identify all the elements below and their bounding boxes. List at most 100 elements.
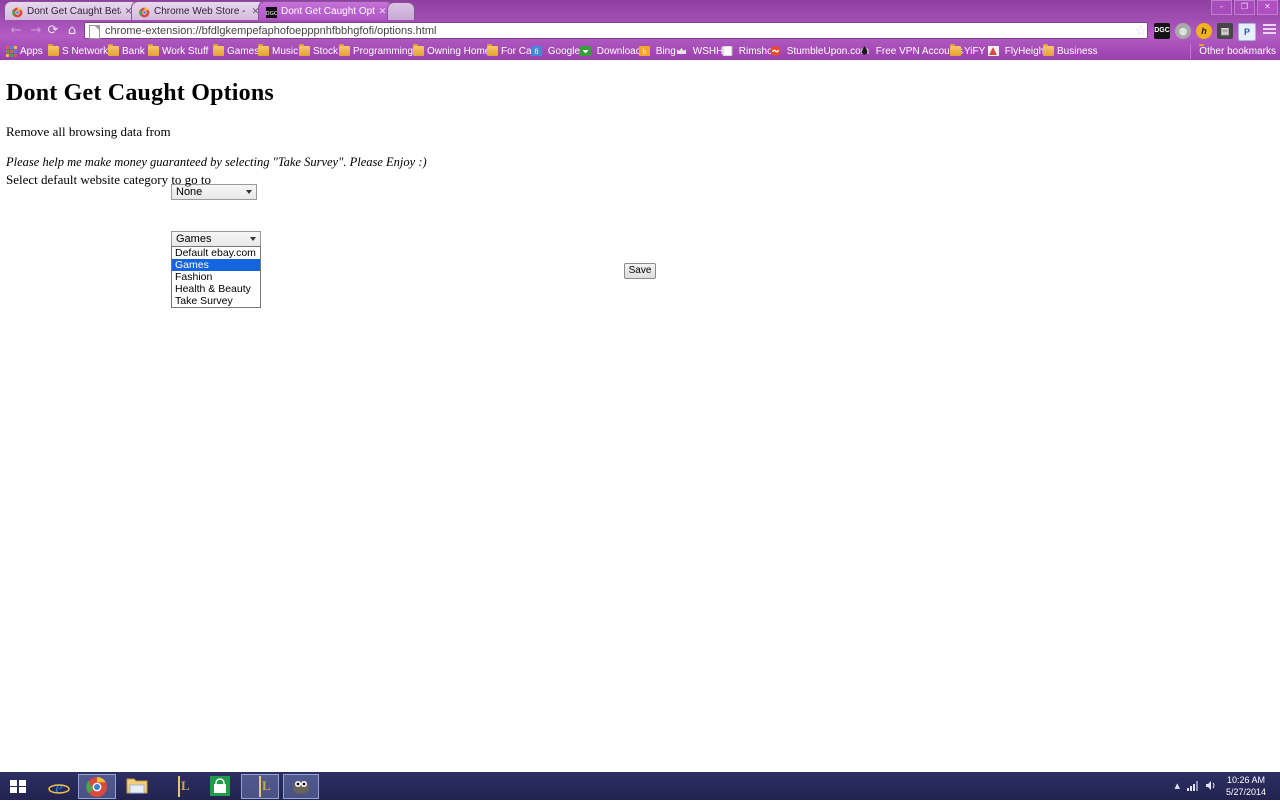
browser-window: – ❐ ✕ Dont Get Caught Beta - Ec ✕ Chrome… <box>0 0 1280 60</box>
bookmark-yify[interactable]: YiFY <box>950 44 985 59</box>
orange-h-extension-icon[interactable]: h <box>1196 23 1212 39</box>
tray-expand-icon[interactable]: ▴ <box>1174 780 1180 791</box>
tab-strip: Dont Get Caught Beta - Ec ✕ Chrome Web S… <box>0 0 1280 20</box>
bookmark-label: Music <box>272 46 299 57</box>
default-category-dropdown-list[interactable]: Default ebay.com Games Fashion Health & … <box>171 246 261 308</box>
folder-icon <box>299 44 310 56</box>
folder-icon <box>1043 44 1054 56</box>
gimp-icon <box>290 776 312 798</box>
chevron-down-icon <box>250 237 256 241</box>
survey-note-text: Please help me make money guaranteed by … <box>6 155 427 169</box>
bookmark-free-vpn-accounts[interactable]: Free VPN Accounts <box>859 44 963 59</box>
bing-icon: b <box>639 46 650 56</box>
clock-time: 10:26 AM <box>1226 775 1266 785</box>
chrome-icon <box>86 776 108 798</box>
bookmark-stumbleupon[interactable]: StumbleUpon.com <box>770 44 869 59</box>
dropdown-option-fashion[interactable]: Fashion <box>172 271 260 283</box>
bookmark-star-icon[interactable]: ☆ <box>1135 24 1147 37</box>
url-text: chrome-extension://bfdlgkempefaphofoeppp… <box>105 25 437 37</box>
svg-text:DGC: DGC <box>266 11 277 17</box>
volume-icon[interactable] <box>1205 780 1218 793</box>
bookmark-business[interactable]: Business <box>1043 44 1098 59</box>
bookmark-download[interactable]: Download <box>580 44 641 59</box>
chrome-icon <box>139 6 150 18</box>
folder-icon <box>148 44 159 56</box>
bookmark-label: Google <box>547 46 581 57</box>
bookmark-owning-home[interactable]: Owning Home <box>413 44 490 59</box>
taskbar-google-chrome[interactable] <box>78 774 116 799</box>
taskbar-internet-explorer[interactable]: e <box>40 774 78 799</box>
bookmark-other-bookmarks[interactable]: Other bookmarks <box>1190 44 1276 59</box>
save-button[interactable]: Save <box>624 263 656 279</box>
windows-logo <box>10 780 26 793</box>
dgc-icon: DGC <box>265 6 278 18</box>
folder-icon <box>213 44 224 56</box>
dont-get-caught-extension-icon[interactable]: DGC <box>1154 23 1170 39</box>
gray-circle-extension-icon[interactable]: ◍ <box>1175 23 1191 39</box>
tab-dont-get-caught-options[interactable]: DGC Dont Get Caught Options ✕ <box>258 1 393 20</box>
store-icon <box>209 775 231 798</box>
bookmark-label: Bank <box>122 46 145 57</box>
bookmark-bing[interactable]: b Bing <box>639 44 676 59</box>
taskbar-windows-store[interactable] <box>201 774 239 799</box>
svg-text:e: e <box>55 778 63 797</box>
bookmark-flyheight[interactable]: FlyHeight <box>988 44 1047 59</box>
svg-text:b: b <box>643 47 647 56</box>
bookmark-music[interactable]: Music <box>258 44 298 59</box>
taskbar-clock[interactable]: 10:26 AM 5/27/2014 <box>1218 774 1274 798</box>
tab-title: Chrome Web Store - Read <box>154 6 248 17</box>
windows-taskbar: e L L ▴ 10:26 AM 5/27/2014 <box>0 772 1280 800</box>
bookmark-label: Owning Home <box>427 46 491 57</box>
bookmark-s-networks[interactable]: S Networks <box>48 44 113 59</box>
browser-toolbar: ← → ⟳ ⌂ chrome-extension://bfdlgkempefap… <box>0 20 1280 42</box>
hamburger-menu-icon[interactable] <box>1263 24 1276 36</box>
google-icon: 8 <box>531 46 542 56</box>
bookmark-label: Bing <box>655 46 676 57</box>
address-bar[interactable]: chrome-extension://bfdlgkempefaphofoeppp… <box>84 22 1148 39</box>
bookmark-stock[interactable]: Stock <box>299 44 338 59</box>
back-button[interactable]: ← <box>8 23 24 39</box>
dropdown-option-health-beauty[interactable]: Health & Beauty <box>172 283 260 295</box>
windows-start-icon[interactable] <box>0 772 36 800</box>
folder-icon <box>487 44 498 56</box>
folder-icon <box>339 44 350 56</box>
fax-printer-extension-icon[interactable]: ▤ <box>1217 23 1233 39</box>
forward-button[interactable]: → <box>28 23 44 39</box>
p-extension-icon[interactable]: P <box>1238 23 1256 41</box>
network-signal-icon[interactable] <box>1187 780 1200 793</box>
folder-icon <box>48 44 59 56</box>
new-tab-button[interactable] <box>387 2 415 20</box>
taskbar-file-explorer[interactable] <box>118 774 156 799</box>
bookmark-work-stuff[interactable]: Work Stuff <box>148 44 208 59</box>
bookmark-apps[interactable]: Apps <box>20 44 43 59</box>
page-icon <box>722 45 733 57</box>
tab-chrome-web-store[interactable]: Chrome Web Store - Read ✕ <box>131 1 266 20</box>
bookmark-google[interactable]: 8 Google <box>531 44 580 59</box>
bookmark-programming[interactable]: Programming <box>339 44 413 59</box>
flame-icon <box>859 46 870 56</box>
apps-grid-icon[interactable] <box>6 46 17 57</box>
svg-text:8: 8 <box>535 47 539 56</box>
bookmark-label: For Car <box>501 46 535 57</box>
bookmark-for-car[interactable]: For Car <box>487 44 535 59</box>
bookmark-bank[interactable]: Bank <box>108 44 145 59</box>
bookmark-rimshot[interactable]: Rimshot <box>722 44 775 59</box>
clock-date: 5/27/2014 <box>1225 787 1267 797</box>
taskbar-league-of-legends-2[interactable]: L <box>241 774 279 799</box>
default-category-select[interactable]: Games <box>171 231 261 247</box>
reload-button[interactable]: ⟳ <box>45 23 61 39</box>
bookmark-label: Download <box>596 46 642 57</box>
dropdown-option-take-survey[interactable]: Take Survey <box>172 295 260 307</box>
remove-browsing-data-label: Remove all browsing data from <box>6 124 171 139</box>
download-icon <box>580 46 591 56</box>
tab-dont-get-caught-beta[interactable]: Dont Get Caught Beta - Ec ✕ <box>4 1 139 20</box>
taskbar-league-of-legends[interactable]: L <box>160 774 198 799</box>
taskbar-gimp[interactable] <box>283 774 319 799</box>
dropdown-option-default-ebay[interactable]: Default ebay.com <box>172 247 260 259</box>
home-button[interactable]: ⌂ <box>64 23 80 39</box>
bookmark-wshh[interactable]: WSHH <box>676 44 723 59</box>
internet-explorer-icon: e <box>48 776 70 798</box>
dropdown-option-games[interactable]: Games <box>172 259 260 271</box>
bookmark-games[interactable]: Games <box>213 44 259 59</box>
flyheight-icon <box>988 46 999 56</box>
